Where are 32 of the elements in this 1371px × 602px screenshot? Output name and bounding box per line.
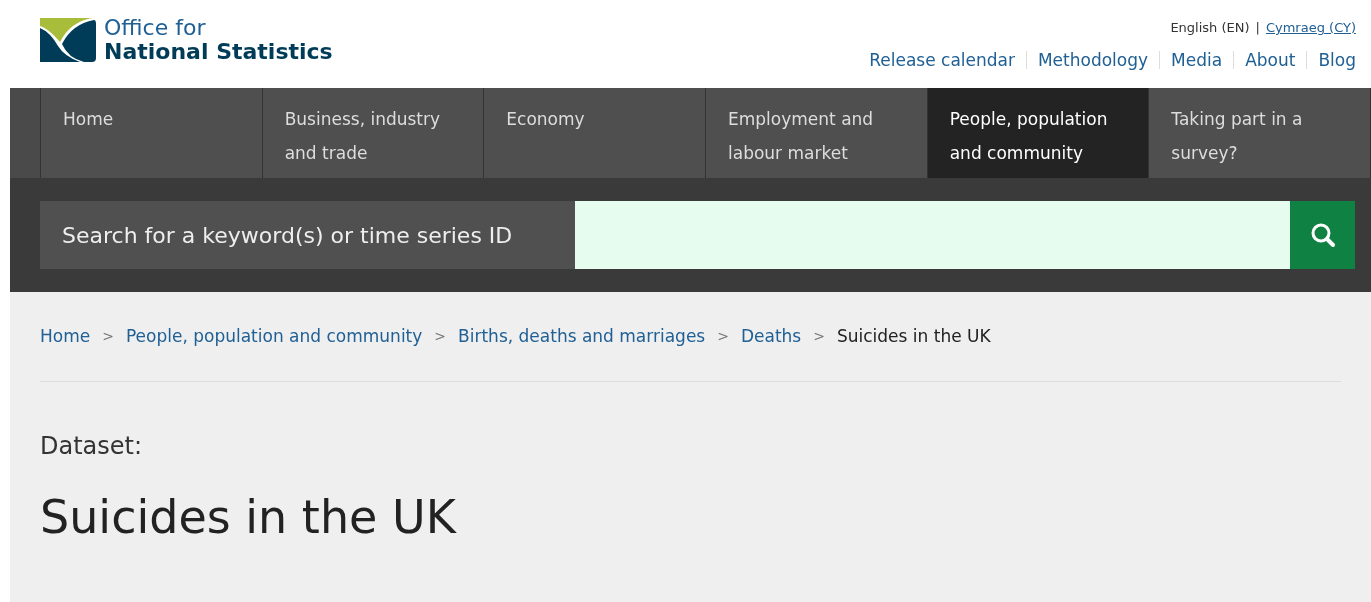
search-field[interactable]	[575, 201, 1290, 269]
logo-text: National Statistics	[104, 40, 333, 64]
top-link[interactable]: Media	[1171, 47, 1223, 73]
breadcrumb-separator: >	[813, 327, 825, 346]
nav-tab[interactable]: People, population and community	[926, 88, 1149, 178]
nav-tab[interactable]: Business, industry and trade	[261, 88, 484, 178]
breadcrumb-separator: >	[717, 327, 729, 346]
breadcrumb-link[interactable]: People, population and community	[125, 323, 423, 350]
nav-tab[interactable]: Economy	[483, 88, 705, 178]
page-title: Suicides in the UK	[40, 490, 458, 544]
nav-tab[interactable]: Employment and labour market	[705, 88, 927, 178]
breadcrumb-link[interactable]: Deaths	[740, 323, 802, 350]
language-current: English (EN)	[1170, 19, 1250, 37]
nav-tab[interactable]: Home	[40, 88, 262, 178]
top-link[interactable]: Methodology	[1037, 47, 1149, 73]
logo-text: Office for	[104, 16, 207, 40]
top-link[interactable]: About	[1245, 47, 1296, 73]
search-label: Search for a keyword(s) or time series ID	[40, 201, 575, 269]
top-link[interactable]: Release calendar	[869, 47, 1015, 73]
language-link[interactable]: Cymraeg (CY)	[1265, 18, 1356, 38]
page-type-label: Dataset:	[40, 432, 144, 460]
search-button[interactable]	[1290, 201, 1355, 269]
language-divider: |	[1255, 19, 1260, 37]
nav-tab[interactable]: Taking part in a survey?	[1148, 88, 1371, 178]
top-link[interactable]: Blog	[1318, 47, 1356, 73]
breadcrumb-separator: >	[102, 327, 114, 346]
breadcrumb-separator: >	[434, 327, 447, 346]
logo-icon	[40, 18, 96, 62]
breadcrumb-link[interactable]: Home	[40, 323, 91, 350]
breadcrumb-link[interactable]: Births, deaths and marriages	[458, 323, 706, 350]
search-icon	[1309, 222, 1336, 248]
breadcrumb-current: Suicides in the UK	[836, 324, 991, 348]
